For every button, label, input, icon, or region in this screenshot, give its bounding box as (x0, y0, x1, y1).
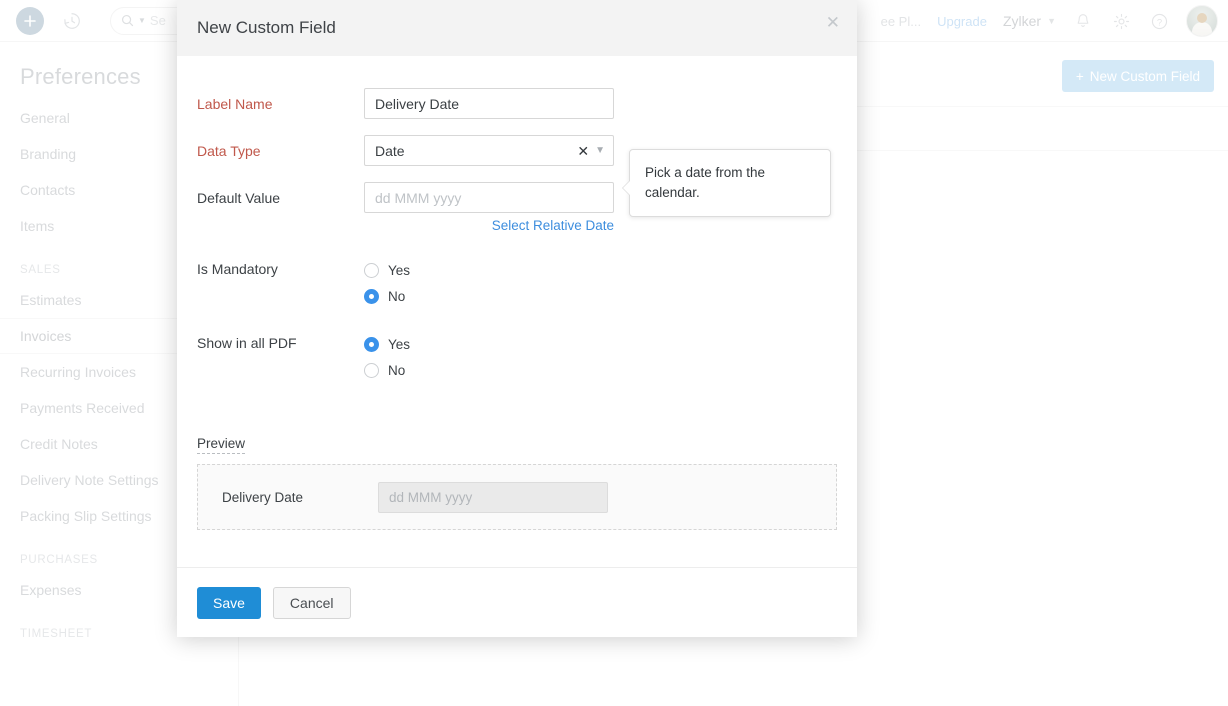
show-in-all-pdf-option-no[interactable]: No (364, 359, 614, 381)
radio-icon-selected[interactable] (364, 336, 379, 352)
label-name-value: Delivery Date (375, 95, 460, 112)
data-type-tooltip: Pick a date from the calendar. (622, 149, 831, 217)
is-mandatory-label: Is Mandatory (197, 261, 278, 277)
is-mandatory-options: Yes No (364, 259, 614, 311)
show-in-all-pdf-options: Yes No (364, 333, 614, 385)
save-button[interactable]: Save (197, 586, 261, 619)
tooltip-text: Pick a date from the calendar. (645, 165, 766, 200)
radio-label: Yes (388, 262, 411, 278)
dialog-body: Label Name Delivery Date Data Type Date … (177, 56, 857, 567)
app-root: ▼ Se ee Pl... Upgrade Zylker ▼ (0, 0, 1228, 706)
data-type-label: Data Type (197, 143, 261, 159)
is-mandatory-option-no[interactable]: No (364, 285, 614, 307)
close-icon[interactable]: ✕ (826, 14, 840, 31)
preview-box: Delivery Date dd MMM yyyy (197, 464, 837, 530)
radio-label: No (388, 288, 406, 304)
radio-icon[interactable] (364, 262, 379, 278)
label-name-input[interactable]: Delivery Date (364, 88, 614, 119)
label-name-label: Label Name (197, 96, 273, 112)
close-icon[interactable]: ✕ (577, 144, 589, 158)
preview-title: Preview (197, 436, 246, 454)
preview-field-placeholder: dd MMM yyyy (389, 489, 473, 505)
new-custom-field-dialog: New Custom Field ✕ Label Name Delivery D… (177, 0, 857, 637)
data-type-value: Date (375, 142, 405, 159)
preview-field-label: Delivery Date (222, 489, 304, 505)
label-name-field-col: Delivery Date (364, 88, 614, 119)
form-row-show-in-all-pdf: Show in all PDF Yes No (197, 333, 837, 385)
radio-icon-selected[interactable] (364, 288, 379, 304)
form-row-label-name: Label Name Delivery Date (197, 88, 837, 119)
select-relative-date-link[interactable]: Select Relative Date (364, 218, 614, 233)
radio-label: No (388, 362, 406, 378)
dialog-title: New Custom Field (197, 18, 336, 37)
default-value-field-col: dd MMM yyyy Select Relative Date (364, 182, 614, 233)
preview-section: Preview Delivery Date dd MMM yyyy (197, 435, 837, 530)
cancel-button[interactable]: Cancel (272, 586, 351, 619)
default-value-input[interactable]: dd MMM yyyy (364, 182, 614, 213)
data-type-controls: ✕ ▼ (577, 144, 605, 158)
radio-label: Yes (388, 336, 411, 352)
show-in-all-pdf-label: Show in all PDF (197, 335, 297, 351)
chevron-down-icon[interactable]: ▼ (595, 145, 605, 156)
default-value-placeholder: dd MMM yyyy (375, 189, 462, 206)
radio-icon[interactable] (364, 362, 379, 378)
data-type-field-col: Date ✕ ▼ (364, 135, 614, 166)
data-type-select[interactable]: Date ✕ ▼ (364, 135, 614, 166)
dialog-header: New Custom Field ✕ (177, 0, 857, 56)
form-row-is-mandatory: Is Mandatory Yes No (197, 259, 837, 311)
show-in-all-pdf-option-yes[interactable]: Yes (364, 333, 614, 355)
preview-field-input: dd MMM yyyy (378, 481, 608, 513)
default-value-label: Default Value (197, 190, 281, 206)
is-mandatory-option-yes[interactable]: Yes (364, 259, 614, 281)
dialog-footer: Save Cancel (177, 567, 857, 637)
